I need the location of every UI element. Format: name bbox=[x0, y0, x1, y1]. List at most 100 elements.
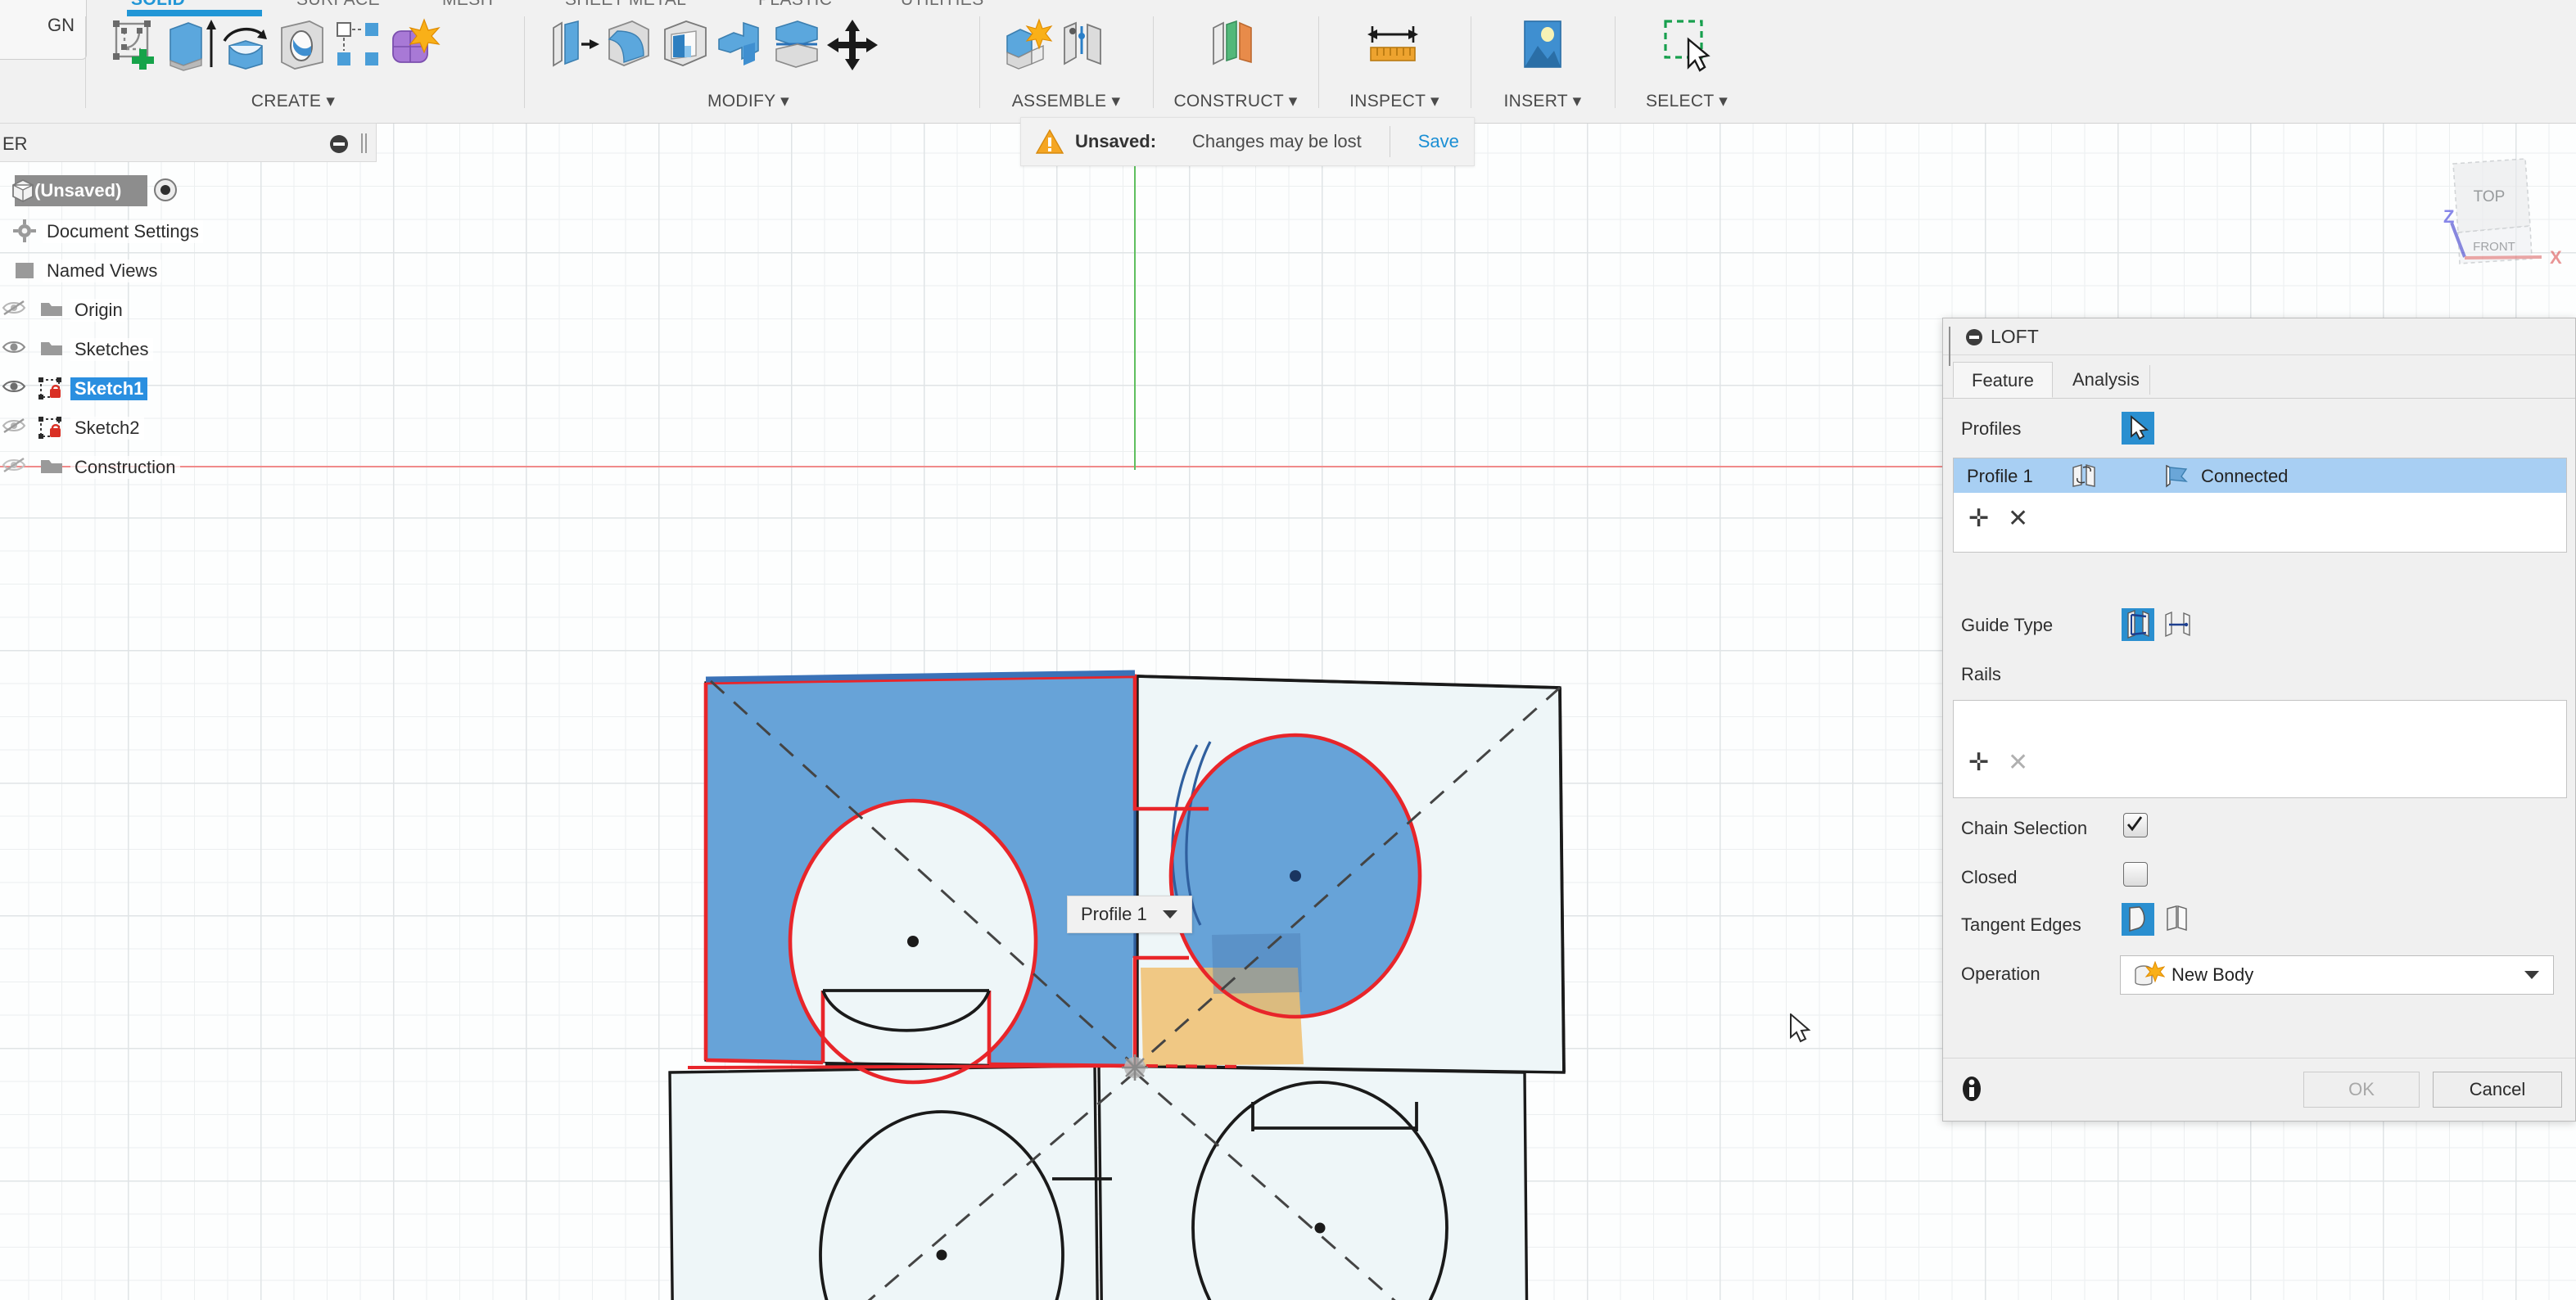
loft-dialog-footer: OK Cancel bbox=[1943, 1058, 2575, 1121]
chevron-down-icon[interactable] bbox=[1162, 909, 1178, 920]
profiles-remove-button[interactable]: ✕ bbox=[2008, 504, 2028, 533]
split-face-button[interactable] bbox=[770, 18, 824, 72]
profiles-row-item[interactable]: Profile 1 Connected bbox=[1954, 458, 2566, 493]
panel-construct-label[interactable]: CONSTRUCT ▾ bbox=[1153, 91, 1318, 111]
tree-item-sketch2[interactable]: Sketch2 bbox=[0, 408, 377, 447]
tree-item-sketches[interactable]: Sketches bbox=[0, 329, 377, 368]
panel-inspect-label[interactable]: INSPECT ▾ bbox=[1318, 91, 1471, 111]
eye-visible-icon[interactable] bbox=[2, 338, 26, 356]
panel-create: CREATE ▾ bbox=[85, 0, 501, 123]
revolve-button[interactable] bbox=[219, 18, 273, 72]
browser-title: ER bbox=[2, 133, 28, 154]
profile-condition: Connected bbox=[2201, 466, 2289, 486]
operation-label: Operation bbox=[1961, 964, 2040, 984]
tree-label: Construction bbox=[70, 456, 180, 479]
fillet-button[interactable] bbox=[603, 18, 657, 72]
rails-add-button[interactable]: ✛ bbox=[1968, 748, 1989, 777]
operation-value: New Body bbox=[2172, 964, 2254, 985]
tangent-merge-icon bbox=[2129, 906, 2145, 932]
browser-root-row[interactable]: (Unsaved) bbox=[0, 170, 377, 211]
draft-button[interactable] bbox=[714, 18, 768, 72]
profiles-select-button[interactable] bbox=[2122, 412, 2154, 445]
viewcube-front-label: FRONT bbox=[2473, 240, 2515, 254]
panel-modify-label[interactable]: MODIFY ▾ bbox=[524, 91, 973, 111]
tab-feature[interactable]: Feature bbox=[1953, 362, 2053, 398]
guide-type-label: Guide Type bbox=[1961, 615, 2054, 635]
closed-checkbox[interactable] bbox=[2123, 862, 2148, 887]
operation-select[interactable]: New Body bbox=[2120, 955, 2554, 995]
folder-icon bbox=[41, 303, 62, 316]
info-icon[interactable] bbox=[1959, 1073, 1984, 1104]
rails-guide-icon bbox=[2127, 609, 2149, 639]
cancel-button[interactable]: Cancel bbox=[2433, 1072, 2562, 1108]
folder-icon bbox=[41, 460, 62, 473]
tangent-edges-merge-button[interactable] bbox=[2122, 903, 2154, 936]
offset-plane-button[interactable] bbox=[1205, 18, 1259, 72]
create-sketch-button[interactable] bbox=[108, 18, 162, 72]
tab-analysis[interactable]: Analysis bbox=[2054, 362, 2158, 398]
eye-hidden-icon[interactable] bbox=[2, 417, 26, 435]
unsaved-notification-bar: Unsaved: Changes may be lost Save bbox=[1020, 117, 1475, 166]
ok-button[interactable]: OK bbox=[2303, 1072, 2420, 1108]
tree-item-sketch1[interactable]: Sketch1 bbox=[0, 368, 377, 408]
panel-assemble: ASSEMBLE ▾ bbox=[979, 0, 1153, 123]
tree-item-named-views[interactable]: Named Views bbox=[0, 251, 377, 290]
tree-item-origin[interactable]: Origin bbox=[0, 290, 377, 329]
unsaved-message: Changes may be lost bbox=[1192, 131, 1362, 151]
active-component-radio[interactable] bbox=[152, 177, 179, 203]
chain-selection-label: Chain Selection bbox=[1961, 818, 2088, 838]
panel-create-label[interactable]: CREATE ▾ bbox=[85, 91, 501, 111]
loft-dialog: LOFT Feature Analysis Profiles Profile 1 bbox=[1942, 318, 2576, 1122]
tree-item-document-settings[interactable]: Document Settings bbox=[0, 211, 377, 251]
measure-button[interactable] bbox=[1366, 18, 1420, 72]
insert-canvas-button[interactable] bbox=[1515, 18, 1569, 72]
panel-inspect: INSPECT ▾ bbox=[1318, 0, 1471, 123]
minimize-circle-icon[interactable] bbox=[328, 133, 350, 155]
folder-icon bbox=[41, 342, 62, 355]
panel-select: SELECT ▾ bbox=[1615, 0, 1759, 123]
loft-dialog-tabs: Feature Analysis bbox=[1943, 355, 2575, 399]
shell-button[interactable] bbox=[658, 18, 712, 72]
panel-assemble-label[interactable]: ASSEMBLE ▾ bbox=[979, 91, 1153, 111]
sketch-lock-icon bbox=[38, 417, 61, 439]
panel-select-label[interactable]: SELECT ▾ bbox=[1615, 91, 1759, 111]
connected-flag-icon bbox=[2166, 464, 2188, 488]
save-link[interactable]: Save bbox=[1418, 131, 1459, 152]
view-cube[interactable]: TOP FRONT Z X bbox=[2411, 147, 2563, 278]
rails-listbox[interactable]: ✛ ✕ bbox=[1953, 700, 2567, 798]
new-body-icon bbox=[2135, 961, 2165, 986]
tree-item-construction[interactable]: Construction bbox=[0, 447, 377, 486]
panel-insert-label[interactable]: INSERT ▾ bbox=[1471, 91, 1615, 111]
eye-visible-icon[interactable] bbox=[2, 377, 26, 395]
rib-pattern-button[interactable] bbox=[331, 18, 385, 72]
browser-grip-handle[interactable] bbox=[361, 133, 369, 153]
profiles-listbox[interactable]: Profile 1 Connected ✛ ✕ bbox=[1953, 458, 2567, 553]
select-window-button[interactable] bbox=[1659, 18, 1713, 72]
profiles-add-button[interactable]: ✛ bbox=[1968, 504, 1989, 533]
eye-hidden-icon[interactable] bbox=[2, 456, 26, 474]
eye-hidden-icon[interactable] bbox=[2, 299, 26, 317]
sweep-button[interactable] bbox=[275, 18, 329, 72]
joint-button[interactable] bbox=[1056, 18, 1110, 72]
warning-triangle-icon bbox=[1036, 129, 1064, 154]
move-copy-button[interactable] bbox=[825, 18, 879, 72]
extrude-button[interactable] bbox=[164, 18, 218, 72]
tree-label: Origin bbox=[70, 299, 127, 322]
press-pull-button[interactable] bbox=[547, 18, 601, 72]
profile-tooltip[interactable]: Profile 1 bbox=[1067, 896, 1192, 933]
chain-selection-checkbox[interactable] bbox=[2123, 813, 2148, 837]
combine-emboss-button[interactable] bbox=[386, 18, 441, 72]
tree-label: Sketch1 bbox=[70, 377, 148, 400]
profile-flip-icon[interactable] bbox=[2070, 463, 2098, 488]
lower-sketch-plate bbox=[668, 1064, 1529, 1300]
guide-type-rails-button[interactable] bbox=[2122, 608, 2154, 641]
guide-type-centerline-button[interactable] bbox=[2161, 608, 2194, 641]
new-component-button[interactable] bbox=[1001, 18, 1055, 72]
loft-dialog-titlebar[interactable]: LOFT bbox=[1943, 318, 2575, 366]
checkmark-icon bbox=[2126, 816, 2143, 832]
chevron-down-icon[interactable] bbox=[2524, 969, 2540, 981]
minimize-circle-icon[interactable] bbox=[1964, 327, 1984, 347]
tangent-edges-split-button[interactable] bbox=[2161, 903, 2194, 936]
dialog-grip-handle[interactable] bbox=[1949, 327, 1955, 366]
tab-separator bbox=[2149, 365, 2150, 395]
